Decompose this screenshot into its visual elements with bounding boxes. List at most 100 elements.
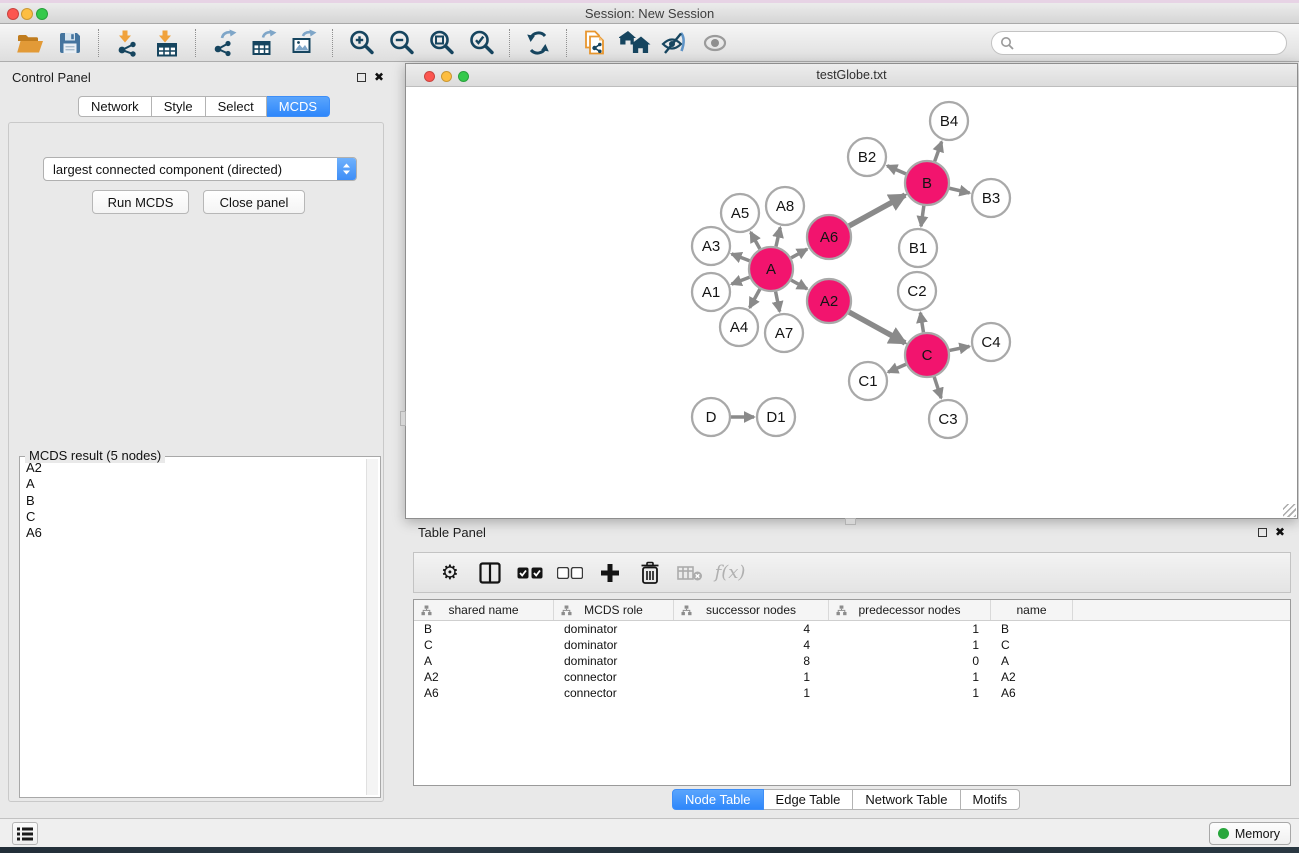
graph-node-A6[interactable]: A6	[807, 215, 851, 259]
column-header-mcds-role[interactable]: MCDS role	[554, 600, 674, 620]
open-session-button[interactable]	[10, 27, 50, 59]
graph-node-C1[interactable]: C1	[849, 362, 887, 400]
cell-mcds-role[interactable]: connector	[554, 669, 674, 685]
cell-shared-name[interactable]: C	[414, 637, 554, 653]
graph-edge-C-C3[interactable]	[934, 377, 941, 398]
cell-successor-nodes[interactable]: 1	[674, 669, 829, 685]
cell-name[interactable]: C	[991, 637, 1073, 653]
show-hide-columns-button[interactable]	[470, 556, 510, 590]
cell-shared-name[interactable]: A2	[414, 669, 554, 685]
export-network-button[interactable]	[204, 27, 244, 59]
graph-edge-A-A3[interactable]	[732, 254, 750, 261]
import-table-button[interactable]	[147, 27, 187, 59]
cell-successor-nodes[interactable]: 4	[674, 621, 829, 637]
run-mcds-button[interactable]: Run MCDS	[92, 190, 189, 214]
graph-node-A[interactable]: A	[749, 247, 793, 291]
graph-node-A1[interactable]: A1	[692, 273, 730, 311]
cell-predecessor-nodes[interactable]: 1	[829, 621, 991, 637]
graph-edge-B-B4[interactable]	[935, 142, 942, 162]
graph-node-D[interactable]: D	[692, 398, 730, 436]
cell-shared-name[interactable]: A6	[414, 685, 554, 701]
result-item[interactable]: C	[22, 509, 364, 525]
graph-edge-A-A5[interactable]	[751, 232, 760, 249]
cell-shared-name[interactable]: A	[414, 653, 554, 669]
column-header-successor-nodes[interactable]: successor nodes	[674, 600, 829, 620]
hide-selected-button[interactable]	[655, 27, 695, 59]
network-horizontal-scrollbar[interactable]	[845, 518, 856, 525]
result-scrollbar[interactable]	[366, 459, 378, 795]
cell-successor-nodes[interactable]: 4	[674, 637, 829, 653]
cell-predecessor-nodes[interactable]: 1	[829, 637, 991, 653]
control-panel-float-button[interactable]	[357, 73, 366, 82]
deselect-all-rows-button[interactable]	[550, 556, 590, 590]
tab-select[interactable]: Select	[206, 96, 267, 117]
zoom-out-button[interactable]	[381, 27, 421, 59]
graph-edge-A-A6[interactable]	[791, 249, 807, 258]
cell-mcds-role[interactable]: dominator	[554, 653, 674, 669]
column-header-predecessor-nodes[interactable]: predecessor nodes	[829, 600, 991, 620]
new-network-from-selection-button[interactable]	[575, 27, 615, 59]
graph-edge-C-C1[interactable]	[888, 364, 906, 372]
graph-edge-A-A8[interactable]	[776, 227, 780, 246]
cell-predecessor-nodes[interactable]: 0	[829, 653, 991, 669]
tab-network[interactable]: Network	[78, 96, 152, 117]
zoom-fit-button[interactable]	[421, 27, 461, 59]
cell-name[interactable]: A2	[991, 669, 1073, 685]
show-all-button[interactable]	[695, 27, 735, 59]
graph-edge-A-A4[interactable]	[750, 289, 760, 308]
add-column-button[interactable]	[590, 556, 630, 590]
save-session-button[interactable]	[50, 27, 90, 59]
graph-edge-C-C4[interactable]	[950, 346, 970, 350]
control-panel-close-button[interactable]: ✖	[374, 72, 384, 82]
table-row[interactable]: Cdominator41C	[414, 637, 1290, 653]
table-row[interactable]: Bdominator41B	[414, 621, 1290, 637]
graph-node-C3[interactable]: C3	[929, 400, 967, 438]
cell-mcds-role[interactable]: dominator	[554, 637, 674, 653]
network-resize-grip[interactable]	[1283, 504, 1296, 517]
graph-edge-A-A7[interactable]	[776, 292, 780, 312]
graph-edge-C-C2[interactable]	[920, 313, 923, 333]
cell-successor-nodes[interactable]: 1	[674, 685, 829, 701]
network-vertical-scrollbar[interactable]	[400, 411, 406, 426]
result-item[interactable]: A2	[22, 460, 364, 476]
network-canvas[interactable]: B4B2BB3A5A8A6A3B1AA1C2A2A4A7C4CC1C3DD1	[406, 87, 1297, 518]
tab-mcds[interactable]: MCDS	[267, 96, 330, 117]
graph-node-A7[interactable]: A7	[765, 314, 803, 352]
select-all-rows-button[interactable]	[510, 556, 550, 590]
function-builder-button[interactable]: f(x)	[710, 556, 750, 590]
zoom-selected-button[interactable]	[461, 27, 501, 59]
graph-edge-A-A2[interactable]	[791, 280, 807, 289]
graph-node-D1[interactable]: D1	[757, 398, 795, 436]
criterion-dropdown[interactable]: largest connected component (directed)	[43, 157, 357, 181]
graph-edge-A6-B[interactable]	[849, 195, 905, 226]
graph-node-C4[interactable]: C4	[972, 323, 1010, 361]
graph-node-B[interactable]: B	[905, 161, 949, 205]
graph-node-C[interactable]: C	[905, 333, 949, 377]
export-table-button[interactable]	[244, 27, 284, 59]
column-header-shared-name[interactable]: shared name	[414, 600, 554, 620]
table-row[interactable]: Adominator80A	[414, 653, 1290, 669]
cell-name[interactable]: A	[991, 653, 1073, 669]
graph-node-A8[interactable]: A8	[766, 187, 804, 225]
result-item[interactable]: A	[22, 476, 364, 492]
tab-edge-table[interactable]: Edge Table	[764, 789, 854, 810]
graph-edge-A2-C[interactable]	[849, 312, 905, 343]
delete-columns-button[interactable]	[630, 556, 670, 590]
graph-node-A3[interactable]: A3	[692, 227, 730, 265]
graph-edge-B-B2[interactable]	[887, 166, 906, 174]
graph-node-A2[interactable]: A2	[807, 279, 851, 323]
window-titlebar[interactable]: Session: New Session	[0, 3, 1299, 24]
graph-node-A5[interactable]: A5	[721, 194, 759, 232]
network-window-titlebar[interactable]: testGlobe.txt	[406, 64, 1297, 87]
graph-edge-B-B1[interactable]	[921, 206, 924, 226]
cell-name[interactable]: B	[991, 621, 1073, 637]
graph-node-B3[interactable]: B3	[972, 179, 1010, 217]
delete-table-button[interactable]	[670, 556, 710, 590]
table-panel-close-button[interactable]: ✖	[1275, 527, 1285, 537]
cell-predecessor-nodes[interactable]: 1	[829, 685, 991, 701]
refresh-view-button[interactable]	[518, 27, 558, 59]
graph-node-C2[interactable]: C2	[898, 272, 936, 310]
task-history-button[interactable]	[12, 822, 38, 845]
table-panel-float-button[interactable]	[1258, 528, 1267, 537]
memory-button[interactable]: Memory	[1209, 822, 1291, 845]
